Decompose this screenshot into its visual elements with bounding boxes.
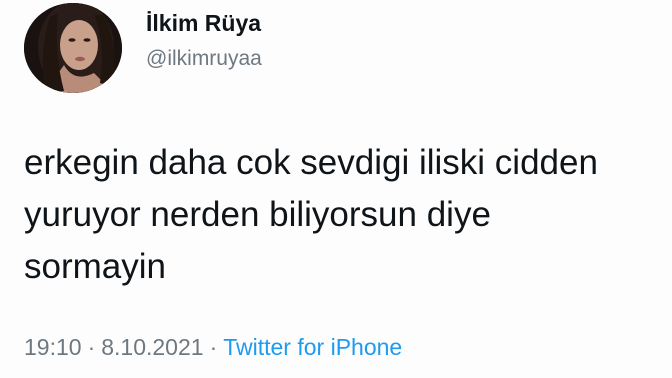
meta-separator: · <box>87 334 96 360</box>
tweet-text: erkegin daha cok sevdigi iliski cidden y… <box>24 143 598 286</box>
tweet-meta: 19:10 · 8.10.2021 · Twitter for iPhone <box>24 334 402 361</box>
tweet-card: İlkim Rüya @ilkimruyaa erkegin daha cok … <box>0 0 672 378</box>
avatar[interactable] <box>24 3 122 93</box>
avatar-photo <box>24 3 122 93</box>
author-display-name[interactable]: İlkim Rüya <box>146 10 261 37</box>
author-handle[interactable]: @ilkimruyaa <box>146 47 262 71</box>
tweet-time[interactable]: 19:10 <box>24 334 82 360</box>
meta-separator: · <box>209 334 218 360</box>
tweet-source-link[interactable]: Twitter for iPhone <box>223 334 402 360</box>
tweet-date[interactable]: 8.10.2021 <box>101 334 203 360</box>
